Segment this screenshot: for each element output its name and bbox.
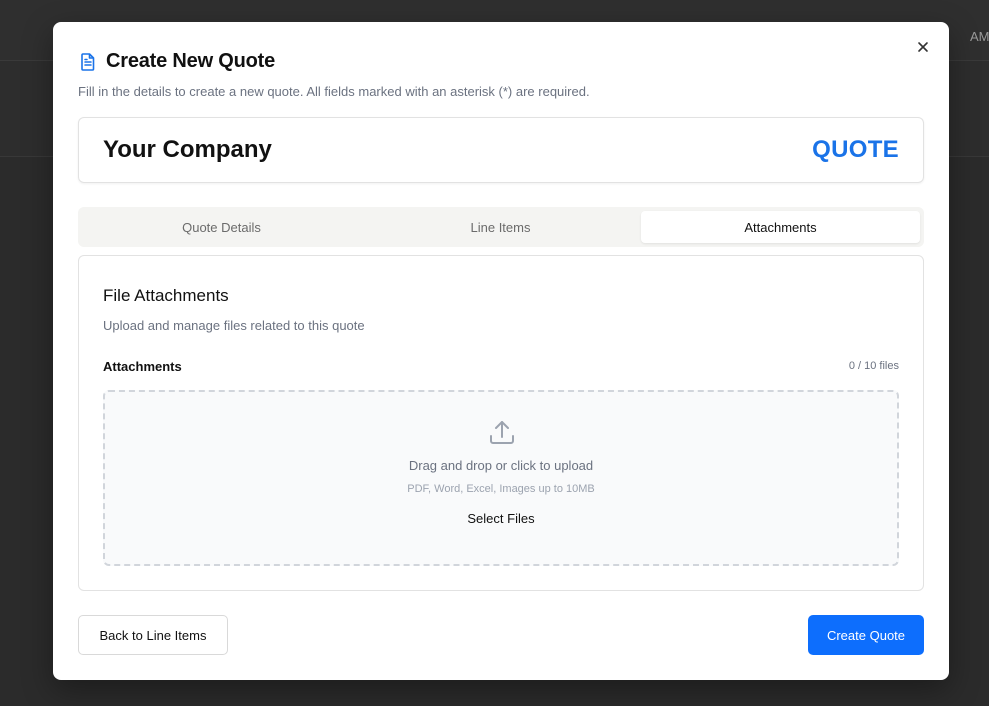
upload-icon: [490, 421, 514, 444]
modal-subtitle: Fill in the details to create a new quot…: [78, 84, 590, 99]
document-type-label: QUOTE: [812, 136, 899, 163]
tab-attachments[interactable]: Attachments: [641, 211, 920, 243]
modal-title: Create New Quote: [106, 50, 276, 72]
file-dropzone[interactable]: Drag and drop or click to upload PDF, Wo…: [103, 390, 899, 566]
select-files-button[interactable]: Select Files: [451, 511, 551, 526]
back-to-line-items-button[interactable]: Back to Line Items: [78, 615, 228, 655]
file-count: 0 / 10 files: [848, 360, 899, 372]
attachments-panel: File Attachments Upload and manage files…: [78, 255, 924, 591]
attachments-label: Attachments: [103, 359, 182, 374]
tab-line-items[interactable]: Line Items: [361, 211, 640, 243]
modal-header: Create New Quote: [78, 50, 275, 73]
company-name: Your Company: [103, 136, 272, 163]
dropzone-text: Drag and drop or click to upload: [408, 458, 594, 473]
section-description: Upload and manage files related to this …: [103, 318, 365, 333]
close-icon: [918, 42, 928, 52]
create-quote-button[interactable]: Create Quote: [808, 615, 924, 655]
company-header-card: Your Company QUOTE: [78, 117, 924, 183]
create-quote-modal: Create New Quote Fill in the details to …: [53, 22, 949, 680]
section-title: File Attachments: [103, 286, 229, 305]
close-button[interactable]: [915, 39, 931, 55]
tab-quote-details[interactable]: Quote Details: [82, 211, 361, 243]
quote-tabs: Quote Details Line Items Attachments: [78, 207, 924, 247]
document-icon: [81, 52, 95, 71]
background-peek-text: AM: [970, 29, 989, 44]
dropzone-hint: PDF, Word, Excel, Images up to 10MB: [407, 483, 595, 495]
